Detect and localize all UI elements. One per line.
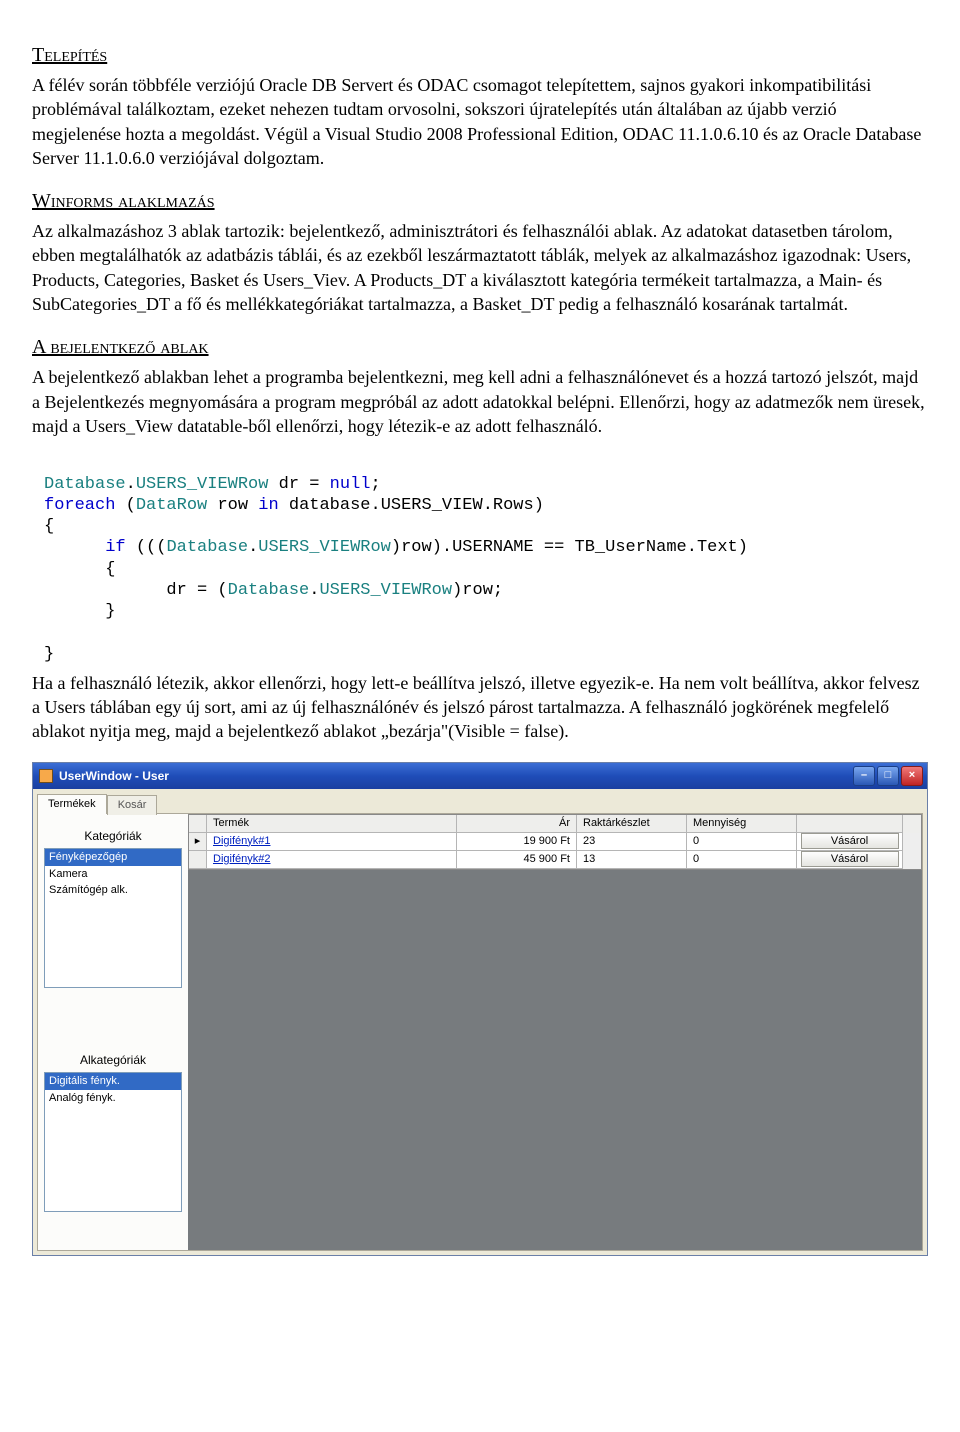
user-window: UserWindow - User – □ × Termékek Kosár K… — [32, 762, 928, 1256]
paragraph-winforms: Az alkalmazáshoz 3 ablak tartozik: bejel… — [32, 219, 928, 316]
app-icon — [39, 769, 53, 783]
list-item[interactable]: Analóg fényk. — [45, 1090, 181, 1107]
close-button[interactable]: × — [901, 766, 923, 786]
cell-qty[interactable]: 0 — [687, 833, 797, 851]
cell-qty[interactable]: 0 — [687, 851, 797, 869]
row-header-blank — [189, 815, 207, 833]
list-item[interactable]: Digitális fényk. — [45, 1073, 181, 1090]
minimize-button[interactable]: – — [853, 766, 875, 786]
buy-button[interactable]: Vásárol — [801, 833, 899, 849]
right-pane: Termék Ár Raktárkészlet Mennyiség ▸ Digi… — [188, 814, 922, 1250]
cell-stock: 13 — [577, 851, 687, 869]
col-buy — [797, 815, 903, 833]
product-link[interactable]: Digifényk#1 — [213, 834, 270, 849]
tab-products[interactable]: Termékek — [37, 794, 107, 814]
table-row[interactable]: ▸ Digifényk#1 19 900 Ft 23 0 Vásárol — [189, 833, 921, 851]
product-link[interactable]: Digifényk#2 — [213, 852, 270, 867]
tab-basket[interactable]: Kosár — [107, 795, 158, 815]
row-marker-icon — [189, 851, 207, 869]
cell-price: 19 900 Ft — [457, 833, 577, 851]
paragraph-install: A félév során többféle verziójú Oracle D… — [32, 73, 928, 170]
grid-header-row: Termék Ár Raktárkészlet Mennyiség — [189, 815, 921, 833]
maximize-button[interactable]: □ — [877, 766, 899, 786]
code-block: Database.USERS_VIEWRow dr = null; foreac… — [44, 452, 928, 665]
buy-button[interactable]: Vásárol — [801, 851, 899, 867]
section-title-winforms: Winforms alaklmazás — [32, 188, 928, 215]
products-grid[interactable]: Termék Ár Raktárkészlet Mennyiség ▸ Digi… — [188, 814, 922, 870]
tab-body: Kategóriák Fényképezőgép Kamera Számítóg… — [37, 813, 923, 1251]
col-product[interactable]: Termék — [207, 815, 457, 833]
row-marker-icon: ▸ — [189, 833, 207, 851]
table-row[interactable]: Digifényk#2 45 900 Ft 13 0 Vásárol — [189, 851, 921, 869]
titlebar[interactable]: UserWindow - User – □ × — [33, 763, 927, 789]
col-price[interactable]: Ár — [457, 815, 577, 833]
subcategories-label: Alkategóriák — [44, 1052, 182, 1068]
paragraph-login-1: A bejelentkező ablakban lehet a programb… — [32, 365, 928, 438]
left-pane: Kategóriák Fényképezőgép Kamera Számítóg… — [38, 814, 188, 1250]
col-qty[interactable]: Mennyiség — [687, 815, 797, 833]
window-title: UserWindow - User — [59, 768, 853, 784]
categories-listbox[interactable]: Fényképezőgép Kamera Számítógép alk. — [44, 848, 182, 988]
list-item[interactable]: Fényképezőgép — [45, 849, 181, 866]
cell-price: 45 900 Ft — [457, 851, 577, 869]
cell-stock: 23 — [577, 833, 687, 851]
tab-strip: Termékek Kosár — [33, 789, 927, 813]
section-title-login: A bejelentkező ablak — [32, 334, 928, 361]
list-item[interactable]: Kamera — [45, 866, 181, 883]
col-stock[interactable]: Raktárkészlet — [577, 815, 687, 833]
subcategories-listbox[interactable]: Digitális fényk. Analóg fényk. — [44, 1072, 182, 1212]
categories-label: Kategóriák — [44, 828, 182, 844]
section-title-install: Telepítés — [32, 42, 928, 69]
paragraph-login-2: Ha a felhasználó létezik, akkor ellenőrz… — [32, 671, 928, 744]
list-item[interactable]: Számítógép alk. — [45, 882, 181, 899]
